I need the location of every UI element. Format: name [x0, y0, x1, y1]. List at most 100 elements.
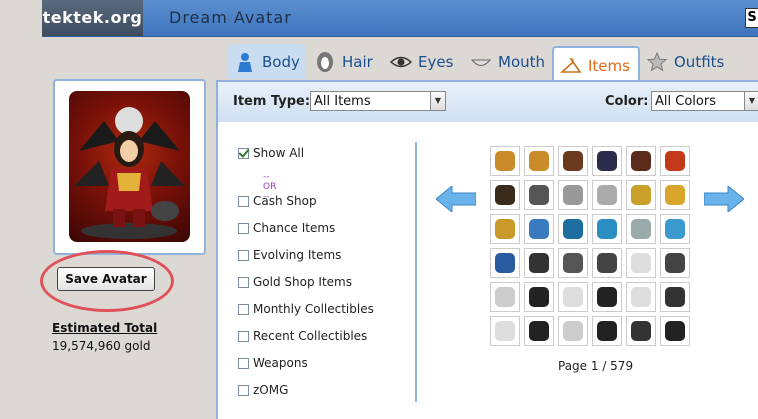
color-select[interactable]: All Colors ▼	[651, 91, 758, 111]
item-thumbnail[interactable]	[558, 214, 588, 244]
avatar-card	[53, 79, 206, 255]
tab-mouth-label: Mouth	[498, 52, 546, 71]
checkbox[interactable]	[238, 357, 249, 369]
item-thumbnail[interactable]	[524, 282, 554, 312]
checkbox[interactable]	[238, 330, 249, 342]
filter-label: Show All	[253, 146, 305, 160]
item-type-label: Item Type:	[233, 94, 311, 109]
item-thumbnail[interactable]	[660, 282, 690, 312]
item-thumbnail[interactable]	[592, 214, 622, 244]
item-thumbnail[interactable]	[592, 146, 622, 176]
item-thumbnail[interactable]	[592, 282, 622, 312]
item-thumbnail[interactable]	[660, 316, 690, 346]
tab-hair[interactable]: Hair	[308, 44, 384, 79]
item-thumbnail[interactable]	[626, 248, 656, 278]
tab-outfits-label: Outfits	[674, 52, 725, 71]
estimated-total-value: 19,574,960 gold	[52, 339, 151, 353]
checkbox[interactable]	[238, 276, 249, 288]
item-type-value: All Items	[314, 94, 371, 109]
tab-items-label: Items	[588, 57, 630, 75]
tab-eyes-label: Eyes	[418, 52, 454, 71]
item-thumbnail[interactable]	[490, 316, 520, 346]
chevron-down-icon[interactable]: ▼	[430, 92, 445, 110]
filter-gold-shop-items[interactable]: Gold Shop Items	[238, 273, 352, 291]
hanger-icon	[559, 55, 582, 77]
filter-weapons[interactable]: Weapons	[238, 354, 308, 372]
filter-chance-items[interactable]: Chance Items	[238, 219, 335, 237]
filter-monthly-collectibles[interactable]: Monthly Collectibles	[238, 300, 374, 318]
estimated-total-label[interactable]: Estimated Total	[52, 321, 157, 335]
checkbox[interactable]	[238, 303, 249, 315]
filter-label: Cash Shop	[253, 194, 317, 208]
item-thumbnail[interactable]	[558, 146, 588, 176]
corner-button[interactable]: S	[745, 8, 758, 28]
item-thumbnail[interactable]	[490, 248, 520, 278]
pagination-text: Page 1 / 579	[558, 359, 634, 373]
item-thumbnail[interactable]	[592, 180, 622, 210]
item-thumbnail[interactable]	[524, 316, 554, 346]
chevron-down-icon[interactable]: ▼	[744, 92, 758, 110]
tab-body-label: Body	[262, 52, 300, 71]
checkbox[interactable]	[238, 249, 249, 261]
divider	[415, 142, 417, 402]
item-thumbnail[interactable]	[490, 214, 520, 244]
page-title: Dream Avatar	[169, 8, 292, 27]
item-thumbnail[interactable]	[524, 146, 554, 176]
filter-zomg[interactable]: zOMG	[238, 381, 288, 399]
filter-label: Weapons	[253, 356, 308, 370]
item-thumbnail[interactable]	[660, 146, 690, 176]
filter-label: Recent Collectibles	[253, 329, 368, 343]
filter-bar: Item Type: All Items ▼ Color: All Colors…	[218, 82, 758, 122]
item-thumbnail[interactable]	[558, 180, 588, 210]
prev-page-arrow-icon[interactable]	[435, 184, 477, 214]
next-page-arrow-icon[interactable]	[703, 184, 745, 214]
filter-cash-shop[interactable]: Cash Shop	[238, 192, 317, 210]
checkbox[interactable]	[238, 222, 249, 234]
filter-show-all[interactable]: Show All	[238, 144, 304, 162]
item-thumbnail[interactable]	[524, 180, 554, 210]
item-thumbnail[interactable]	[626, 214, 656, 244]
item-type-select[interactable]: All Items ▼	[310, 91, 446, 111]
filter-evolving-items[interactable]: Evolving Items	[238, 246, 341, 264]
avatar-image	[69, 91, 190, 242]
filter-label: Monthly Collectibles	[253, 302, 374, 316]
tab-mouth[interactable]: Mouth	[464, 44, 550, 79]
color-label: Color:	[605, 94, 649, 109]
site-logo[interactable]: tektek.org	[42, 0, 143, 36]
item-thumbnail[interactable]	[660, 214, 690, 244]
item-thumbnail[interactable]	[490, 282, 520, 312]
item-thumbnail[interactable]	[626, 282, 656, 312]
item-thumbnail[interactable]	[626, 316, 656, 346]
tab-items[interactable]: Items	[552, 46, 640, 84]
tab-outfits[interactable]: Outfits	[640, 44, 734, 79]
item-thumbnail[interactable]	[490, 180, 520, 210]
item-thumbnail[interactable]	[558, 248, 588, 278]
item-thumbnail[interactable]	[660, 248, 690, 278]
eye-icon	[389, 51, 413, 73]
tab-body[interactable]: Body	[228, 44, 306, 79]
checkbox[interactable]	[238, 147, 249, 159]
item-thumbnail[interactable]	[558, 282, 588, 312]
item-thumbnail[interactable]	[490, 146, 520, 176]
item-thumbnail[interactable]	[592, 248, 622, 278]
item-thumbnail[interactable]	[626, 146, 656, 176]
color-value: All Colors	[655, 94, 716, 109]
mouth-icon	[470, 51, 492, 73]
tab-eyes[interactable]: Eyes	[384, 44, 462, 79]
checkbox[interactable]	[238, 384, 249, 396]
hair-icon	[314, 51, 336, 73]
save-avatar-button[interactable]: Save Avatar	[57, 267, 155, 291]
star-icon	[646, 51, 668, 73]
item-thumbnail[interactable]	[660, 180, 690, 210]
filter-label: Gold Shop Items	[253, 275, 352, 289]
checkbox[interactable]	[238, 195, 249, 207]
item-thumbnail[interactable]	[592, 316, 622, 346]
person-icon	[234, 51, 256, 73]
item-thumbnail[interactable]	[558, 316, 588, 346]
item-thumbnail[interactable]	[626, 180, 656, 210]
filter-label: Evolving Items	[253, 248, 342, 262]
item-thumbnail[interactable]	[524, 248, 554, 278]
item-thumbnail[interactable]	[524, 214, 554, 244]
filter-recent-collectibles[interactable]: Recent Collectibles	[238, 327, 367, 345]
filter-label: Chance Items	[253, 221, 336, 235]
